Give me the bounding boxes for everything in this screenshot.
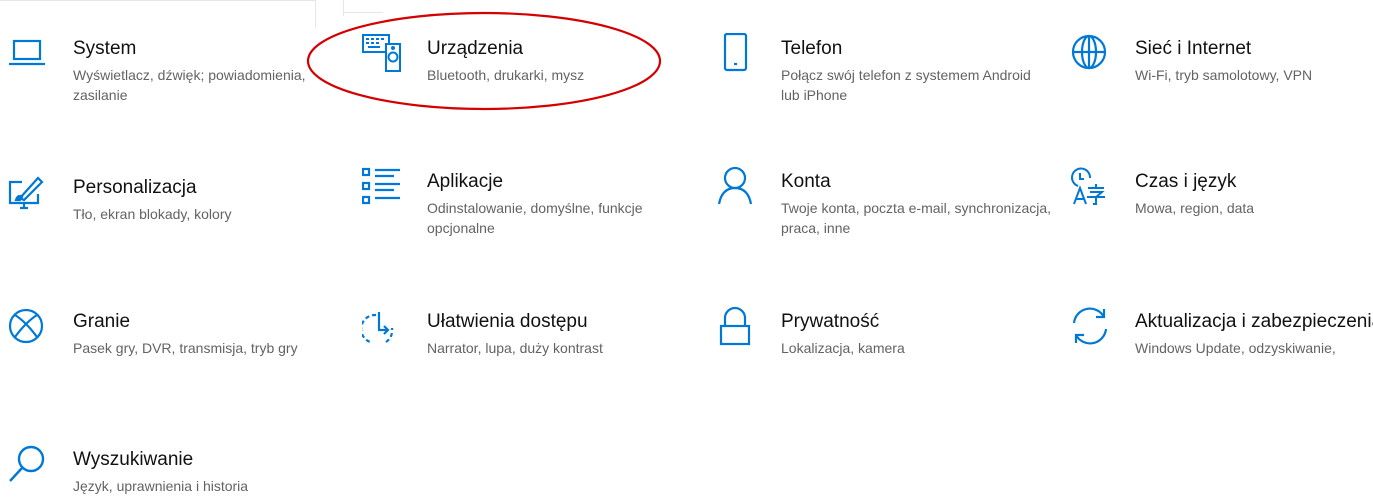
tile-title: Konta bbox=[781, 171, 831, 192]
search-icon bbox=[8, 444, 48, 484]
tile-title: Wyszukiwanie bbox=[73, 449, 194, 470]
lock-icon bbox=[716, 306, 756, 346]
ease-of-access-icon bbox=[362, 306, 402, 346]
xbox-icon bbox=[8, 306, 48, 346]
tile-description: Bluetooth, drukarki, mysz bbox=[427, 67, 585, 83]
top-divider bbox=[0, 0, 316, 1]
tile-description: Wyświetlacz, dźwięk; powiadomienia, zasi… bbox=[73, 67, 306, 103]
tile-title: Prywatność bbox=[781, 311, 880, 332]
personalization-icon bbox=[8, 172, 48, 212]
tile-title: Czas i język bbox=[1135, 171, 1237, 192]
globe-icon bbox=[1070, 33, 1110, 73]
tile-title: Aktualizacja i zabezpieczenia bbox=[1135, 311, 1373, 332]
tile-description: Wi-Fi, tryb samolotowy, VPN bbox=[1135, 67, 1313, 83]
person-icon bbox=[716, 166, 756, 206]
tile-title: Telefon bbox=[781, 38, 843, 59]
tile-description: Lokalizacja, kamera bbox=[781, 340, 905, 356]
time-language-icon bbox=[1070, 166, 1110, 206]
tile-title: Personalizacja bbox=[73, 177, 197, 198]
top-divider-vertical bbox=[315, 0, 316, 28]
tile-description: Tło, ekran blokady, kolory bbox=[73, 206, 232, 222]
tile-title: Urządzenia bbox=[427, 38, 524, 59]
tile-title: Granie bbox=[73, 311, 131, 332]
laptop-icon bbox=[8, 33, 48, 73]
tile-description: Mowa, region, data bbox=[1135, 200, 1255, 216]
tile-description: Odinstalowanie, domyślne, funkcje opcjon… bbox=[427, 200, 643, 236]
tile-title: Ułatwienia dostępu bbox=[427, 311, 588, 332]
apps-list-icon bbox=[362, 166, 402, 206]
tile-title: Sieć i Internet bbox=[1135, 38, 1252, 59]
tile-description: Język, uprawnienia i historia bbox=[73, 478, 249, 494]
tile-description: Pasek gry, DVR, transmisja, tryb gry bbox=[73, 340, 298, 356]
tile-description: Twoje konta, poczta e-mail, synchronizac… bbox=[781, 200, 1052, 236]
tile-title: Aplikacje bbox=[427, 171, 504, 192]
update-icon bbox=[1070, 306, 1110, 346]
devices-icon bbox=[362, 33, 402, 73]
top-divider-vertical-2 bbox=[343, 0, 344, 16]
tile-description: Narrator, lupa, duży kontrast bbox=[427, 340, 603, 356]
phone-icon bbox=[716, 33, 756, 73]
tile-description: Windows Update, odzyskiwanie, bbox=[1135, 340, 1336, 356]
tile-description: Połącz swój telefon z systemem Android l… bbox=[781, 67, 1031, 103]
top-divider-horizontal-2 bbox=[343, 12, 383, 13]
tile-title: System bbox=[73, 38, 137, 59]
